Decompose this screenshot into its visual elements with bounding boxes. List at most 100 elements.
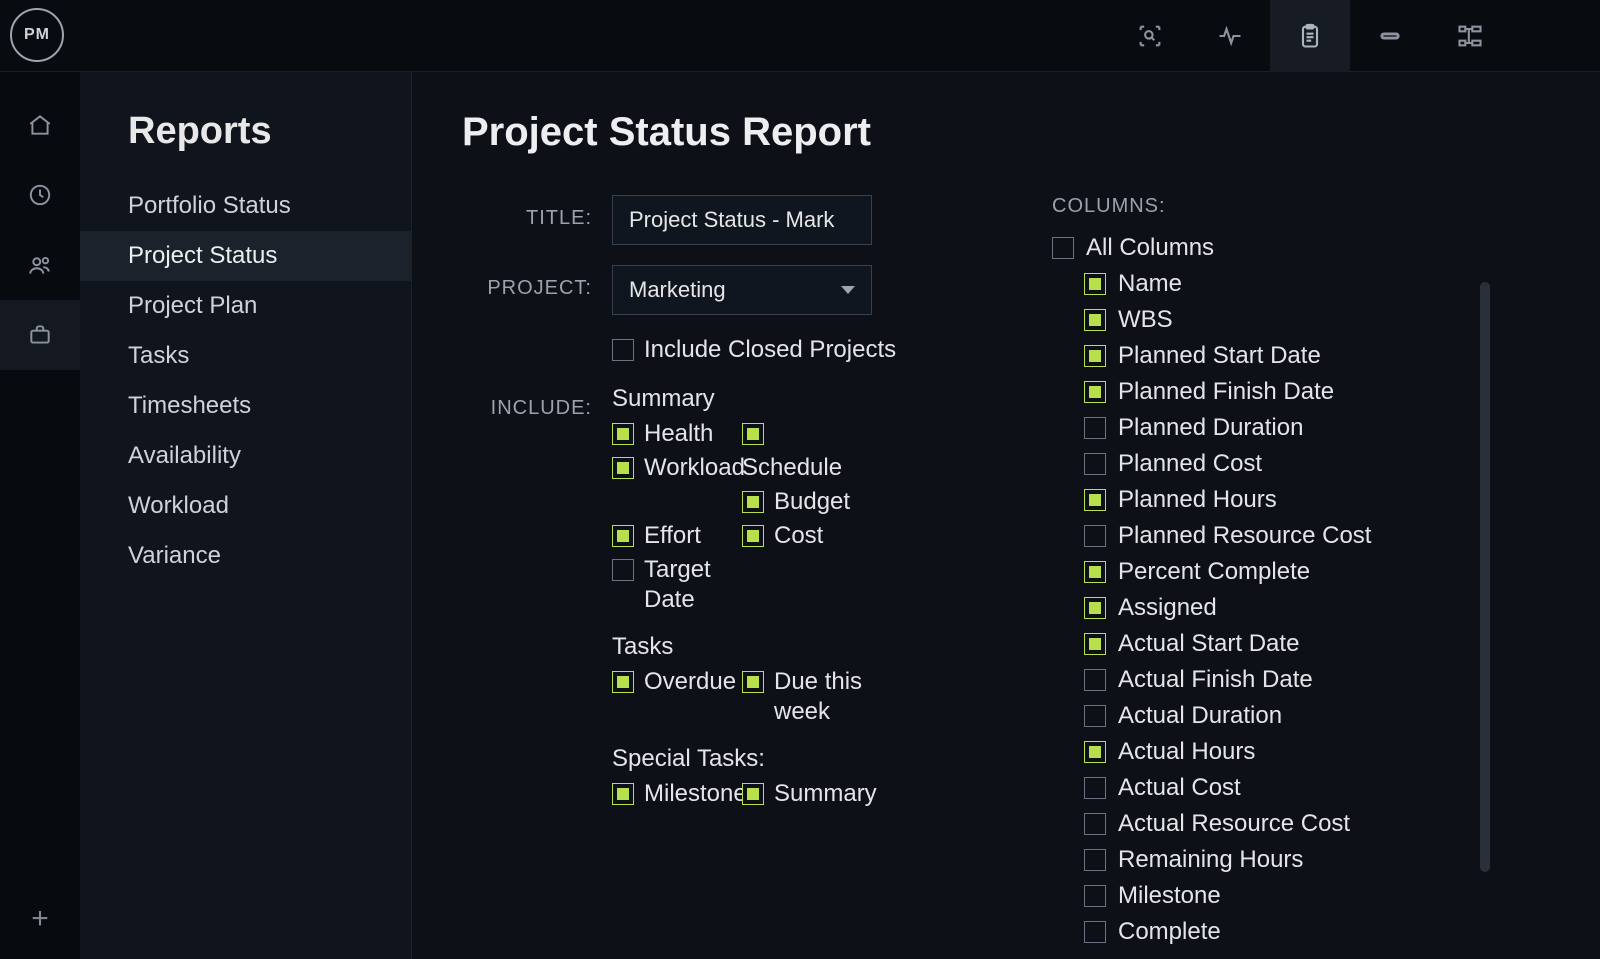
column-option-label: Actual Start Date bbox=[1118, 630, 1299, 658]
sidebar-item-availability[interactable]: Availability bbox=[80, 431, 411, 481]
app-logo[interactable]: PM bbox=[10, 8, 64, 62]
project-select[interactable]: Marketing bbox=[612, 265, 872, 315]
include-option-label: Budget bbox=[774, 487, 850, 517]
project-value: Marketing bbox=[629, 277, 726, 303]
include-option[interactable]: Cost bbox=[742, 521, 902, 551]
home-icon[interactable] bbox=[0, 90, 80, 160]
include-option[interactable]: Schedule bbox=[742, 453, 902, 483]
checkbox-icon bbox=[1084, 597, 1106, 619]
column-option-label: Planned Duration bbox=[1118, 414, 1303, 442]
title-input[interactable]: Project Status - Mark bbox=[612, 195, 872, 245]
column-option[interactable]: Complete bbox=[1052, 916, 1472, 948]
include-closed-label: Include Closed Projects bbox=[644, 335, 896, 365]
include-closed-checkbox[interactable]: Include Closed Projects bbox=[612, 335, 982, 365]
column-option[interactable]: Milestone bbox=[1052, 880, 1472, 912]
sidebar-item-portfolio-status[interactable]: Portfolio Status bbox=[80, 181, 411, 231]
columns-label: COLUMNS: bbox=[1052, 195, 1472, 218]
include-option[interactable]: Workload bbox=[612, 453, 742, 483]
column-option-label: WBS bbox=[1118, 306, 1173, 334]
checkbox-icon bbox=[1084, 849, 1106, 871]
column-option[interactable]: Actual Hours bbox=[1052, 736, 1472, 768]
column-option[interactable]: Planned Resource Cost bbox=[1052, 520, 1472, 552]
column-option[interactable]: Actual Duration bbox=[1052, 700, 1472, 732]
checkbox-icon bbox=[1084, 921, 1106, 943]
page-title: Project Status Report bbox=[462, 110, 1550, 155]
checkbox-icon bbox=[1084, 561, 1106, 583]
column-option[interactable]: Planned Hours bbox=[1052, 484, 1472, 516]
include-option-label: Summary bbox=[774, 779, 877, 809]
column-option-label: Percent Complete bbox=[1118, 558, 1310, 586]
column-option[interactable]: All Columns bbox=[1052, 232, 1472, 264]
search-scan-icon[interactable] bbox=[1110, 0, 1190, 72]
activity-icon[interactable] bbox=[1190, 0, 1270, 72]
column-option-label: Planned Cost bbox=[1118, 450, 1262, 478]
title-value: Project Status - Mark bbox=[629, 207, 834, 233]
column-option-label: Planned Finish Date bbox=[1118, 378, 1334, 406]
minus-pill-icon[interactable] bbox=[1350, 0, 1430, 72]
checkbox-icon bbox=[612, 457, 634, 479]
column-option-label: Name bbox=[1118, 270, 1182, 298]
include-section-heading: Summary bbox=[612, 385, 902, 413]
project-label: PROJECT: bbox=[462, 265, 592, 300]
checkbox-icon bbox=[742, 423, 764, 445]
scrollbar[interactable] bbox=[1480, 282, 1490, 872]
include-option-label: Target Date bbox=[644, 555, 742, 615]
column-option[interactable]: Actual Cost bbox=[1052, 772, 1472, 804]
column-option-label: Actual Hours bbox=[1118, 738, 1255, 766]
include-option[interactable]: Target Date bbox=[612, 555, 742, 615]
include-option[interactable]: Health bbox=[612, 419, 742, 449]
sidebar-item-project-plan[interactable]: Project Plan bbox=[80, 281, 411, 331]
sidebar-item-timesheets[interactable]: Timesheets bbox=[80, 381, 411, 431]
sidebar-item-project-status[interactable]: Project Status bbox=[80, 231, 411, 281]
checkbox-icon bbox=[1084, 633, 1106, 655]
sidebar-title: Reports bbox=[80, 110, 411, 181]
briefcase-icon[interactable] bbox=[0, 300, 80, 370]
checkbox-icon bbox=[1084, 417, 1106, 439]
column-option[interactable]: Name bbox=[1052, 268, 1472, 300]
include-option[interactable]: Summary bbox=[742, 779, 902, 809]
add-button[interactable]: + bbox=[0, 889, 80, 949]
column-option[interactable]: Actual Resource Cost bbox=[1052, 808, 1472, 840]
column-option-label: Actual Resource Cost bbox=[1118, 810, 1350, 838]
column-option[interactable]: Actual Start Date bbox=[1052, 628, 1472, 660]
include-option[interactable] bbox=[742, 419, 902, 449]
include-option[interactable]: Budget bbox=[742, 487, 902, 517]
column-option-label: Planned Hours bbox=[1118, 486, 1277, 514]
checkbox-icon bbox=[612, 559, 634, 581]
include-option-label: Cost bbox=[774, 521, 823, 551]
checkbox-icon bbox=[742, 491, 764, 513]
checkbox-icon bbox=[742, 783, 764, 805]
checkbox-icon bbox=[612, 783, 634, 805]
column-option[interactable]: WBS bbox=[1052, 304, 1472, 336]
clipboard-icon[interactable] bbox=[1270, 0, 1350, 72]
column-option[interactable]: Planned Cost bbox=[1052, 448, 1472, 480]
checkbox-icon bbox=[612, 339, 634, 361]
flow-icon[interactable] bbox=[1430, 0, 1510, 72]
column-option-label: Complete bbox=[1118, 918, 1221, 946]
include-option[interactable]: Milestones bbox=[612, 779, 742, 809]
include-option[interactable]: Due this week bbox=[742, 667, 902, 727]
column-option-label: Actual Cost bbox=[1118, 774, 1241, 802]
include-option[interactable]: Overdue bbox=[612, 667, 742, 727]
column-option[interactable]: Planned Duration bbox=[1052, 412, 1472, 444]
column-option[interactable]: Percent Complete bbox=[1052, 556, 1472, 588]
checkbox-icon bbox=[1084, 309, 1106, 331]
include-option[interactable]: Effort bbox=[612, 521, 742, 551]
sidebar-item-variance[interactable]: Variance bbox=[80, 531, 411, 581]
clock-icon[interactable] bbox=[0, 160, 80, 230]
column-option-label: Actual Finish Date bbox=[1118, 666, 1313, 694]
checkbox-icon bbox=[1084, 525, 1106, 547]
sidebar-item-workload[interactable]: Workload bbox=[80, 481, 411, 531]
chevron-down-icon bbox=[841, 286, 855, 294]
column-option[interactable]: Actual Finish Date bbox=[1052, 664, 1472, 696]
column-option[interactable]: Remaining Hours bbox=[1052, 844, 1472, 876]
checkbox-icon bbox=[1084, 453, 1106, 475]
sidebar-item-tasks[interactable]: Tasks bbox=[80, 331, 411, 381]
checkbox-icon bbox=[1084, 741, 1106, 763]
column-option[interactable]: Planned Finish Date bbox=[1052, 376, 1472, 408]
checkbox-icon bbox=[1084, 345, 1106, 367]
logo-text: PM bbox=[24, 26, 50, 44]
column-option[interactable]: Assigned bbox=[1052, 592, 1472, 624]
people-icon[interactable] bbox=[0, 230, 80, 300]
column-option[interactable]: Planned Start Date bbox=[1052, 340, 1472, 372]
